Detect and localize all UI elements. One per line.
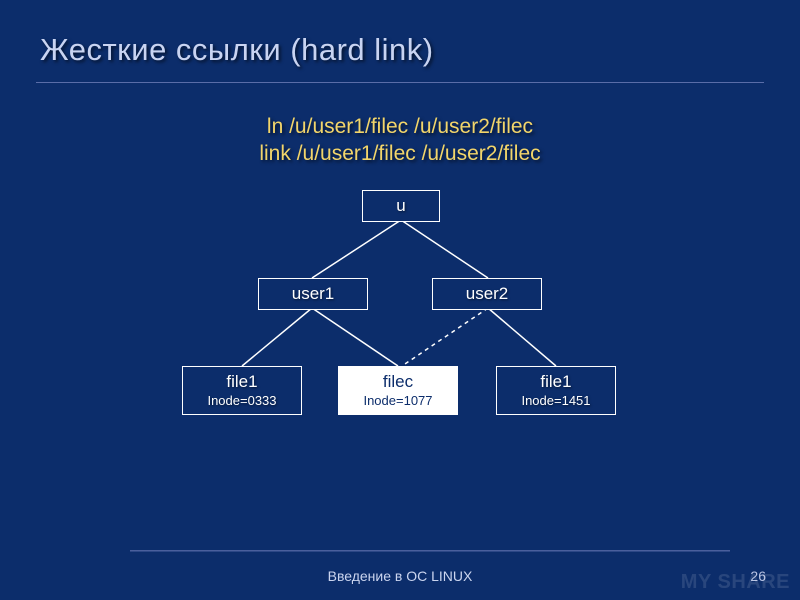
tree-leaf-file1-right: file1 Inode=1451 [496,366,616,415]
node-label: file1 [226,372,257,391]
tree-node-root: u [362,190,440,222]
slide-title: Жесткие ссылки (hard link) [36,24,764,83]
slide: Жесткие ссылки (hard link) ln /u/user1/f… [0,0,800,600]
tree-leaf-file1-left: file1 Inode=0333 [182,366,302,415]
command-line-2: link /u/user1/filec /u/user2/filec [36,140,764,167]
command-line-1: ln /u/user1/filec /u/user2/filec [36,113,764,140]
node-inode: Inode=1077 [339,393,457,408]
node-label: user2 [466,284,509,303]
divider-line [130,550,730,552]
node-inode: Inode=1451 [497,393,615,408]
tree-diagram: u user1 user2 file1 Inode=0333 filec Ino… [140,190,660,450]
node-label: u [396,196,405,215]
tree-node-user2: user2 [432,278,542,310]
node-inode: Inode=0333 [183,393,301,408]
tree-node-user1: user1 [258,278,368,310]
watermark: MY SHARE [681,571,790,594]
node-label: file1 [540,372,571,391]
tree-leaf-filec: filec Inode=1077 [338,366,458,415]
node-label: user1 [292,284,335,303]
command-block: ln /u/user1/filec /u/user2/filec link /u… [36,113,764,168]
node-label: filec [383,372,413,391]
